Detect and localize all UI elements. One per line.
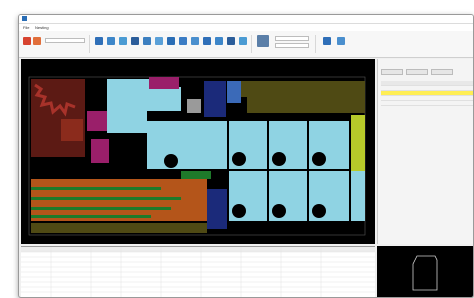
menu-bar: File Nesting xyxy=(19,24,473,31)
ribbon-separator xyxy=(315,35,316,53)
menu-file[interactable]: File xyxy=(23,25,29,30)
part-green-strip xyxy=(31,207,171,210)
export-icon[interactable] xyxy=(323,37,331,45)
app-icon xyxy=(22,16,27,21)
menu-nesting[interactable]: Nesting xyxy=(35,25,49,30)
part-cyan-1 xyxy=(107,79,149,111)
part-navy-3 xyxy=(207,189,227,229)
part-green-strip xyxy=(31,197,181,200)
part-green-strip xyxy=(31,215,151,218)
part-cyan-2 xyxy=(149,87,181,111)
part-green-strip xyxy=(31,187,161,190)
remnant-icon[interactable] xyxy=(203,37,211,45)
ribbon-separator xyxy=(89,35,90,53)
open-job-icon[interactable] xyxy=(33,37,41,45)
part-cyan-5 xyxy=(189,121,227,169)
post-process-icon[interactable] xyxy=(257,35,269,47)
cutout xyxy=(272,204,286,218)
material-combo[interactable] xyxy=(45,38,85,43)
part-green-2 xyxy=(181,171,211,179)
app-window: File Nesting xyxy=(18,14,474,298)
part-maroon-small xyxy=(61,119,83,141)
post-combo[interactable] xyxy=(275,43,309,48)
part-magenta-2 xyxy=(91,139,109,163)
sheet-drawing xyxy=(28,76,366,236)
machine-combo[interactable] xyxy=(275,36,309,41)
nest-results-table xyxy=(21,246,375,297)
preview-outline xyxy=(412,255,438,291)
cutout xyxy=(232,204,246,218)
part-olive-top xyxy=(241,81,365,97)
table-grid xyxy=(21,247,375,297)
part-lime xyxy=(351,115,365,171)
part-cyan-12 xyxy=(351,171,365,221)
part-olive-2 xyxy=(247,97,365,113)
mirror-icon[interactable] xyxy=(167,37,175,45)
cutout xyxy=(312,152,326,166)
panel-button-1[interactable] xyxy=(381,69,403,75)
part-preview xyxy=(377,246,473,297)
part-navy-1 xyxy=(204,81,226,117)
part-gray xyxy=(187,99,201,113)
report-icon[interactable] xyxy=(239,37,247,45)
cutout xyxy=(164,154,178,168)
cutout xyxy=(312,204,326,218)
auto-nest-icon[interactable] xyxy=(131,37,139,45)
rotate-icon[interactable] xyxy=(155,37,163,45)
add-part-icon[interactable] xyxy=(107,37,115,45)
import-icon[interactable] xyxy=(95,37,103,45)
cutout xyxy=(272,152,286,166)
part-magenta-top xyxy=(149,77,179,89)
cutout xyxy=(232,152,246,166)
title-bar xyxy=(19,15,473,24)
part-navy-2 xyxy=(227,81,241,103)
array-icon[interactable] xyxy=(191,37,199,45)
nesting-canvas[interactable] xyxy=(21,59,375,244)
sheet-icon[interactable] xyxy=(119,37,127,45)
parts-list xyxy=(381,81,473,106)
settings-icon[interactable] xyxy=(337,37,345,45)
part-magenta-1 xyxy=(87,111,109,131)
ribbon-separator xyxy=(251,35,252,53)
list-item[interactable] xyxy=(381,101,473,106)
part-olive-bottom xyxy=(31,223,207,233)
panel-button-3[interactable] xyxy=(431,69,453,75)
simulate-icon[interactable] xyxy=(227,37,235,45)
part-cyan-3 xyxy=(107,111,147,133)
align-icon[interactable] xyxy=(179,37,187,45)
panel-button-2[interactable] xyxy=(406,69,428,75)
ribbon-toolbar xyxy=(19,31,473,58)
manual-nest-icon[interactable] xyxy=(143,37,151,45)
new-job-icon[interactable] xyxy=(23,37,31,45)
parts-panel xyxy=(377,59,473,244)
cut-path-icon[interactable] xyxy=(215,37,223,45)
